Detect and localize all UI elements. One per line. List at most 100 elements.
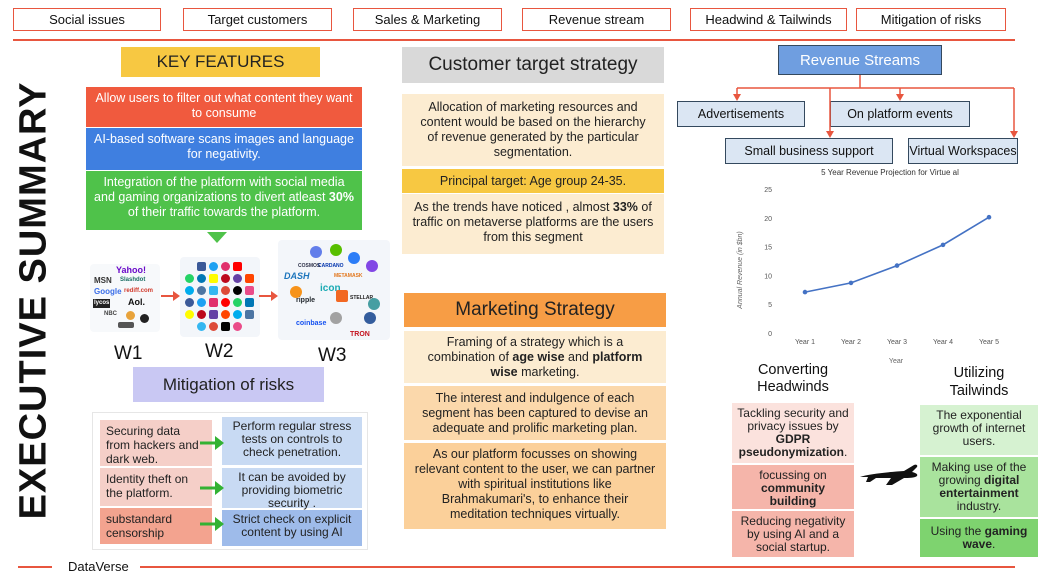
w2-social-logo [233, 262, 242, 271]
w3-logo-dash: DASH [284, 271, 310, 281]
w3-logo-metamask: METAMASK [334, 273, 363, 279]
chart-xtick-label: Year 4 [933, 339, 953, 346]
chart-point [802, 289, 808, 295]
chart-xtick-label: Year 2 [841, 339, 861, 346]
w2-social-logo [233, 274, 242, 283]
footer-accent-line [18, 566, 52, 568]
nav-mitigation-of-risks[interactable]: Mitigation of risks [856, 8, 1006, 31]
headwinds-heading: Converting Headwinds [757, 362, 829, 395]
w2-social-logo [221, 262, 230, 271]
customer-heading: Customer target strategy [402, 47, 664, 83]
w2-social-logo [197, 322, 206, 331]
w2-social-logo [221, 286, 230, 295]
w3-logo-monero [336, 290, 348, 302]
marketing-framing-bold1: age wise [512, 350, 565, 364]
tailwind-item-internet: The exponential growth of internet users… [920, 405, 1038, 455]
chart-xtick-label: Year 3 [887, 339, 907, 346]
headwind-item-community: focussing on community building [732, 465, 854, 509]
tailwind-item-entertainment: Making use of the growing digital entert… [920, 457, 1038, 517]
w1-logo-dot-b [140, 314, 149, 323]
w2-social-logo [221, 310, 230, 319]
w2-social-logo [209, 274, 218, 283]
features-down-arrow [207, 232, 227, 243]
w3-logo-neo [330, 244, 342, 256]
chart-xtick-label: Year 1 [795, 339, 815, 346]
w3-logo-ethereum [310, 246, 322, 258]
w2-social-logo [185, 286, 194, 295]
footer-brand: DataVerse [68, 559, 129, 574]
w3-logo-ipfs [368, 298, 380, 310]
tailwind-gaming-post: . [992, 537, 996, 551]
w2-social-logo [197, 298, 206, 307]
feature-item-integration: Integration of the platform with social … [86, 171, 362, 230]
chart-point [848, 280, 854, 286]
chart-title: 5 Year Revenue Projection for Virtue al [821, 168, 959, 177]
key-features-heading: KEY FEATURES [121, 47, 320, 77]
headwind-gdpr-post: . [844, 445, 848, 459]
w1-logo-cluster: Yahoo! MSN Slashdot Google rediff.com ly… [90, 264, 160, 332]
w2-social-logo [209, 286, 218, 295]
headwind-gdpr-bold: GDPR pseudonymization [738, 432, 844, 459]
w2-label: W2 [205, 341, 234, 362]
nav-revenue-stream[interactable]: Revenue stream [522, 8, 671, 31]
w1-logo-slashdot: Slashdot [120, 277, 146, 283]
chart-ytick-label: 5 [768, 302, 772, 309]
nav-headwind-tailwinds[interactable]: Headwind & Tailwinds [690, 8, 847, 31]
w3-logo-coinbase: coinbase [296, 320, 327, 327]
w3-logo-tezos [348, 252, 360, 264]
w2-social-logo [233, 286, 242, 295]
w3-logo-litecoin [364, 312, 376, 324]
feature-integration-pre: Integration of the platform with social … [94, 175, 345, 204]
w2-logo-cluster [180, 257, 260, 337]
marketing-framing-mid: and [564, 350, 593, 364]
w1-logo-nbc: NBC [104, 311, 117, 317]
marketing-interest: The interest and indulgence of each segm… [404, 386, 666, 440]
revenue-item-small-business-support: Small business support [725, 138, 893, 164]
nav-social-issues[interactable]: Social issues [13, 8, 161, 31]
w1-logo-rediff: rediff.com [124, 288, 154, 294]
w3-logo-cluster: DASH icon ripple coinbase TRON STELLAR M… [278, 240, 390, 340]
customer-trends-pre: As the trends have noticed , almost [414, 200, 613, 214]
w2-social-logo [185, 310, 194, 319]
chart-series-line [804, 216, 990, 293]
w2-social-logo [221, 274, 230, 283]
w3-logo-tron: TRON [350, 331, 370, 338]
customer-principal-target: Principal target: Age group 24-35. [402, 169, 664, 193]
w3-label: W3 [318, 345, 347, 366]
marketing-framing: Framing of a strategy which is a combina… [404, 331, 666, 383]
headwind-item-negativity: Reducing negativity by using AI and a so… [732, 511, 854, 557]
nav-target-customers[interactable]: Target customers [183, 8, 332, 31]
w3-logo-bitcoin [290, 286, 302, 298]
w3-logo-bitcoin-b [330, 312, 342, 324]
w2-social-logo [209, 310, 218, 319]
tailwind-item-gaming: Using the gaming wave. [920, 519, 1038, 557]
w2-social-logo [209, 298, 218, 307]
solution-item-stress-tests: Perform regular stress tests on controls… [222, 417, 362, 465]
w1-label: W1 [114, 343, 143, 364]
w2-social-logo [185, 274, 194, 283]
feature-integration-post: of their traffic towards the platform. [127, 205, 321, 219]
w2-social-logo [245, 298, 254, 307]
customer-allocation: Allocation of marketing resources and co… [402, 94, 664, 166]
w1-to-w2-arrow [161, 291, 180, 301]
headwind-gdpr-pre: Tackling security and privacy issues by [737, 406, 849, 433]
revenue-streams-heading: Revenue Streams [778, 45, 942, 75]
top-divider [13, 39, 1015, 41]
w2-social-logo [197, 310, 206, 319]
w2-social-logo [245, 310, 254, 319]
revenue-projection-chart: 5 Year Revenue Projection for Virtue al … [737, 168, 999, 365]
marketing-platform: As our platform focusses on showing rele… [404, 443, 666, 529]
w1-logo-msn: MSN [94, 276, 112, 285]
chart-point [894, 263, 900, 268]
w1-logo-google: Google [94, 287, 122, 296]
headwind-item-gdpr: Tackling security and privacy issues by … [732, 403, 854, 463]
w2-social-logo [245, 286, 254, 295]
w1-logo-dot-c [118, 322, 134, 328]
nav-sales-marketing[interactable]: Sales & Marketing [353, 8, 502, 31]
solution-item-ai-check: Strict check on explicit content by usin… [222, 510, 362, 546]
w1-logo-aol: Aol. [128, 297, 145, 307]
w3-logo-cardano: CARDANO [318, 263, 344, 269]
w2-social-logo [221, 322, 230, 331]
headwind-community-pre: focussing on [759, 468, 827, 482]
w2-social-logo [185, 298, 194, 307]
